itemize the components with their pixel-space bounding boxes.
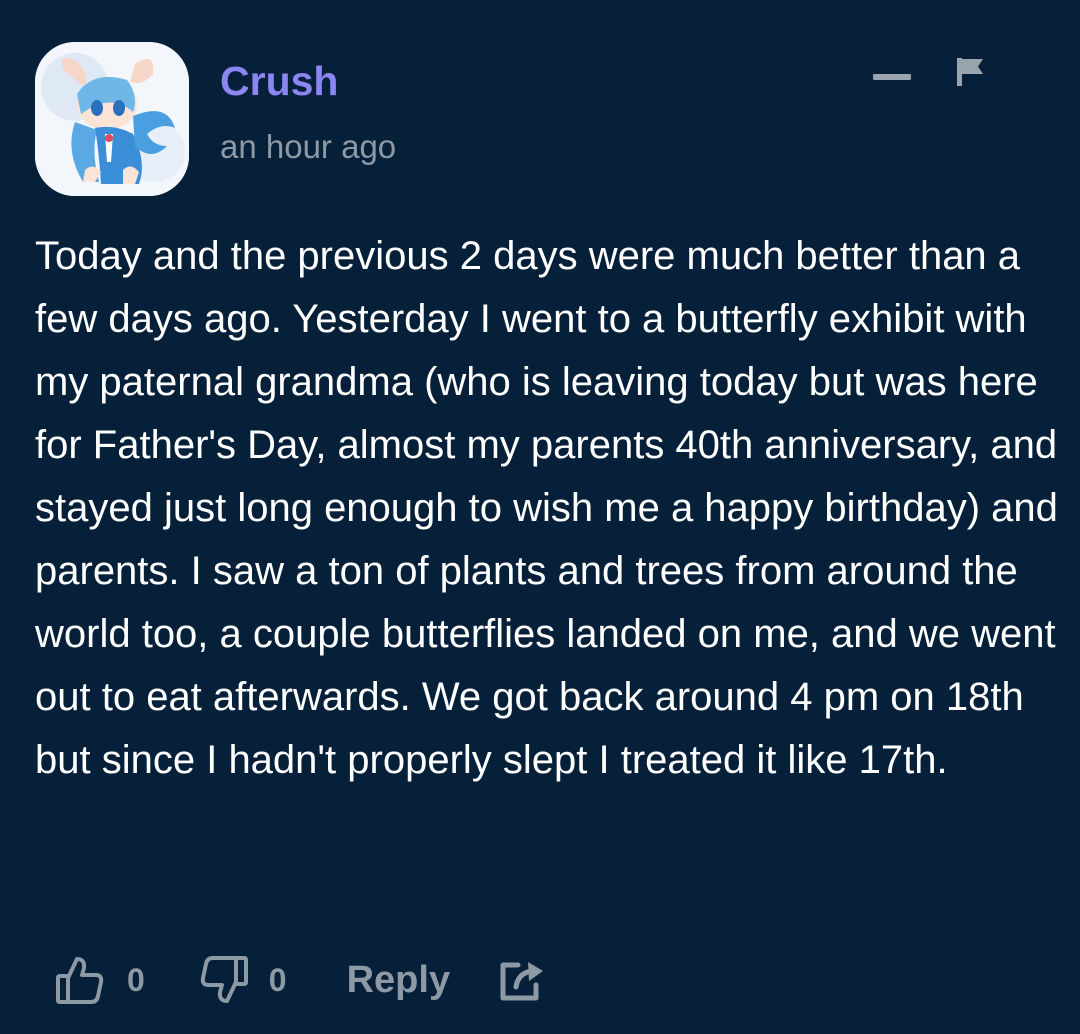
dislike-button[interactable] xyxy=(199,954,249,1006)
thumbs-up-icon xyxy=(56,957,104,1004)
flag-icon xyxy=(957,58,983,86)
collapse-button[interactable] xyxy=(870,60,914,94)
dislike-count: 0 xyxy=(268,961,287,998)
minus-icon xyxy=(873,74,911,80)
share-button[interactable] xyxy=(498,957,546,1003)
comment-card: Crush an hour ago Today and the previous… xyxy=(0,0,1080,1034)
thumbs-down-icon xyxy=(200,956,248,1003)
comment-body: Today and the previous 2 days were much … xyxy=(35,234,1058,782)
report-button[interactable] xyxy=(950,52,990,92)
avatar[interactable] xyxy=(35,42,189,196)
like-button[interactable] xyxy=(55,954,105,1006)
comment-actions: 0 0 Reply xyxy=(55,952,546,1008)
reply-button[interactable]: Reply xyxy=(347,959,450,1002)
like-count: 0 xyxy=(127,961,145,998)
comment-timestamp: an hour ago xyxy=(220,128,397,165)
avatar-image xyxy=(35,42,189,196)
share-icon xyxy=(500,962,544,1001)
comment-author[interactable]: Crush xyxy=(220,58,338,104)
